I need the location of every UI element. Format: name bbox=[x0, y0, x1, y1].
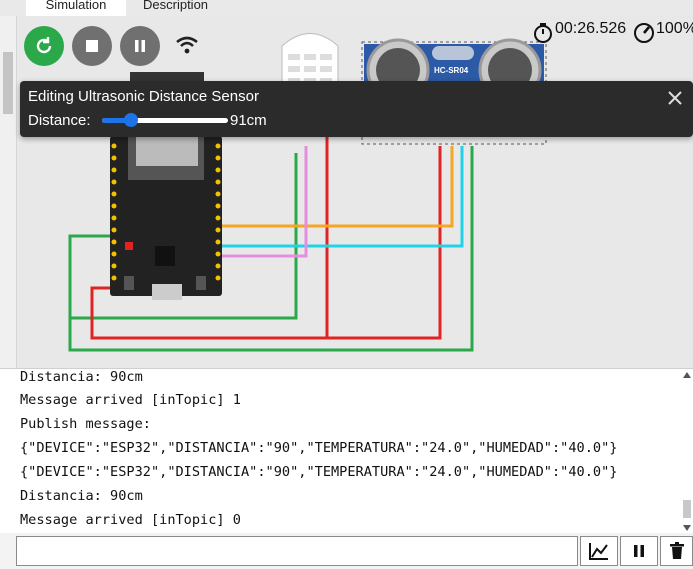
distance-label: Distance: bbox=[28, 112, 91, 129]
simulation-canvas[interactable]: HC-SR04 00:26.526 100% bbox=[0, 16, 693, 368]
elapsed-time: 00:26.526 bbox=[555, 20, 627, 37]
close-button[interactable] bbox=[665, 88, 685, 108]
console-line: {"DEVICE":"ESP32","DISTANCIA":"90","TEMP… bbox=[20, 440, 618, 456]
dht-sensor bbox=[281, 33, 339, 89]
console-line: Distancia: 90cm bbox=[20, 488, 143, 504]
esp32-board bbox=[110, 136, 222, 300]
pause-icon bbox=[634, 545, 644, 557]
tab-description[interactable]: Description bbox=[143, 0, 208, 16]
close-icon bbox=[668, 91, 682, 105]
serial-monitor[interactable]: Distancia: 90cm Message arrived [inTopic… bbox=[0, 368, 693, 534]
restart-button[interactable] bbox=[24, 26, 64, 66]
ultrasonic-label: HC-SR04 bbox=[434, 66, 469, 75]
wifi-icon bbox=[176, 36, 198, 59]
stop-button[interactable] bbox=[72, 26, 112, 66]
scroll-down-icon[interactable] bbox=[683, 525, 691, 531]
stop-icon bbox=[86, 40, 98, 52]
pause-button[interactable] bbox=[120, 26, 160, 66]
wire-orange bbox=[218, 146, 454, 228]
tab-simulation[interactable]: Simulation bbox=[26, 0, 126, 16]
trash-icon bbox=[669, 542, 684, 559]
console-line: Distancia: 90cm bbox=[20, 369, 143, 385]
wire-pink bbox=[218, 146, 308, 258]
pause-icon bbox=[135, 40, 145, 52]
plotter-button[interactable] bbox=[580, 536, 618, 566]
wire-cyan bbox=[218, 146, 464, 248]
serial-input[interactable] bbox=[16, 536, 578, 566]
distance-value: 91cm bbox=[230, 112, 267, 129]
serial-input-bar bbox=[0, 533, 693, 569]
circuit-diagram bbox=[68, 33, 547, 352]
scroll-up-icon[interactable] bbox=[683, 372, 691, 378]
console-line: Publish message: bbox=[20, 416, 151, 432]
wire-red-2 bbox=[220, 146, 442, 340]
console-scrollbar-thumb[interactable] bbox=[683, 500, 691, 518]
chart-icon bbox=[589, 543, 608, 560]
console-line: {"DEVICE":"ESP32","DISTANCIA":"90","TEMP… bbox=[20, 464, 618, 480]
tab-bar: Simulation Description bbox=[0, 0, 693, 16]
simulation-speed: 100% bbox=[656, 20, 693, 37]
distance-slider-thumb[interactable] bbox=[123, 113, 138, 127]
speedometer-icon bbox=[633, 22, 655, 49]
console-line: Message arrived [inTopic] 1 bbox=[20, 392, 241, 408]
restart-icon bbox=[36, 37, 52, 54]
pause-output-button[interactable] bbox=[620, 536, 658, 566]
console-line: Message arrived [inTopic] 0 bbox=[20, 512, 241, 528]
sensor-edit-popup: Editing Ultrasonic Distance Sensor Dista… bbox=[20, 81, 693, 137]
popup-title: Editing Ultrasonic Distance Sensor bbox=[28, 88, 259, 105]
stopwatch-icon bbox=[533, 22, 553, 49]
clear-console-button[interactable] bbox=[660, 536, 693, 566]
